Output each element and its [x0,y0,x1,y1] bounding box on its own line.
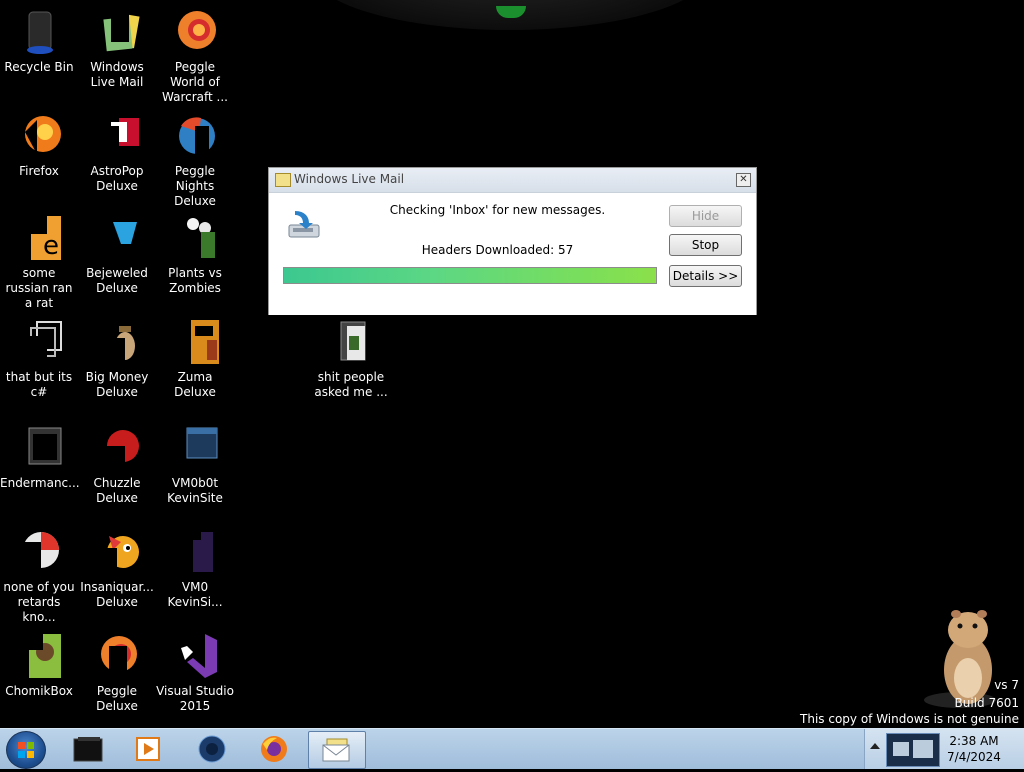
watermark-line-2: Build 7601 [954,696,1019,710]
chuzzle-icon [93,424,141,472]
desktop-icon-folder[interactable]: shit people asked me ... [312,318,390,400]
generic-file-icon [171,528,219,576]
taskbar-app-globe[interactable] [184,731,240,767]
taskbar-app-media-player[interactable] [120,731,176,767]
stop-button[interactable]: Stop [669,234,742,256]
black-box-icon [73,737,103,762]
desktop-icon-plants-vs-zombies[interactable]: Plants vs Zombies [156,214,234,296]
clock-date: 7/4/2024 [947,750,1001,764]
details-button[interactable]: Details >> [669,265,742,287]
desktop-icon-zuma[interactable]: Zuma Deluxe [156,318,234,400]
desktop-icon-vm0[interactable]: VM0 KevinSi... [156,528,234,610]
watermark-line-1: vs 7 [994,678,1019,692]
globe-icon [198,735,226,763]
media-player-icon [136,737,160,761]
mail-icon [93,8,141,56]
visual-studio-icon [171,632,219,680]
start-button[interactable] [6,731,46,769]
desktop-icon-peggle-nights[interactable]: Peggle Nights Deluxe [156,112,234,209]
watermark-not-genuine: This copy of Windows is not genuine [800,712,1019,726]
close-button[interactable]: ✕ [736,173,751,187]
taskbar: 2:38 AM 7/4/2024 [0,728,1024,769]
bejeweled-gem-icon [93,214,141,262]
peggle-nights-icon [171,112,219,160]
terminal-icon [15,424,63,472]
network-monitor-icon [893,740,933,758]
desktop-icon-chuzzle[interactable]: Chuzzle Deluxe [78,424,156,506]
desktop-icon-visual-studio[interactable]: Visual Studio 2015 [156,632,234,714]
desktop-icon-chomikbox[interactable]: ChomikBox [0,632,78,699]
progress-fill [284,268,656,283]
desktop-icon-vm0b0t[interactable]: VM0b0t KevinSite [156,424,234,506]
desktop-icon-endermanc[interactable]: Endermanc... [0,424,80,491]
chomikbox-icon [15,632,63,680]
headers-count: Headers Downloaded: 57 [421,243,574,257]
desktop-icon-none-of-you[interactable]: none of you retards kno... [0,528,78,625]
firefox-icon [15,112,63,160]
folder-icon [327,318,375,366]
java-file-icon: e [15,214,63,262]
opera-like-icon [15,528,63,576]
desktop-icon-firefox[interactable]: Firefox [0,112,78,179]
recycle-bin-icon [15,8,63,56]
clock[interactable]: 2:38 AM 7/4/2024 [944,733,1004,765]
dialog-title: Windows Live Mail [294,172,405,186]
taskbar-app-firefox[interactable] [246,731,302,767]
hide-button[interactable]: Hide [669,205,742,227]
network-tray-icon[interactable] [886,733,940,767]
mail-sync-dialog: Windows Live Mail ✕ Checking 'Inbox' for… [268,167,757,315]
status-message: Checking 'Inbox' for new messages. [389,203,606,217]
show-hidden-icons-arrow[interactable] [870,743,880,749]
desktop-icon-peggle-wow[interactable]: Peggle World of Warcraft ... [156,8,234,105]
svg-text:e: e [43,231,59,261]
desktop-icon-csharp[interactable]: that but its c# [0,318,78,400]
big-money-icon [93,318,141,366]
clock-time: 2:38 AM [949,734,999,748]
desktop-icon-peggle-deluxe[interactable]: Peggle Deluxe [78,632,156,714]
taskbar-app-live-mail[interactable] [308,731,366,769]
dialog-titlebar[interactable]: Windows Live Mail ✕ [269,168,756,193]
desktop-icon-russian-rat[interactable]: e some russian ran a rat [0,214,78,311]
pvz-icon [171,214,219,262]
astropop-icon [93,112,141,160]
windows-logo-icon [18,742,34,758]
taskbar-app-terminal[interactable] [60,731,116,767]
download-progress-bar [283,267,657,284]
desktop-icon-recycle-bin[interactable]: Recycle Bin [0,8,78,75]
desktop-icon-insaniquarium[interactable]: Insaniquar... Deluxe [78,528,156,610]
desktop-icon-bejeweled[interactable]: Bejeweled Deluxe [78,214,156,296]
zuma-icon [171,318,219,366]
peggle-wow-icon [171,8,219,56]
copy-files-icon [15,318,63,366]
desktop-icon-windows-live-mail[interactable]: Windows Live Mail [78,8,156,90]
vm-window-icon [171,424,219,472]
firefox-taskbar-icon [261,736,287,762]
desktop-icon-astropop[interactable]: AstroPop Deluxe [78,112,156,194]
peggle-icon [93,632,141,680]
mail-app-icon [275,173,291,187]
dialog-body: Checking 'Inbox' for new messages. Heade… [269,193,756,315]
fish-icon [93,528,141,576]
desktop-icon-big-money[interactable]: Big Money Deluxe [78,318,156,400]
live-mail-taskbar-icon [322,738,350,762]
download-mail-icon [287,209,323,241]
